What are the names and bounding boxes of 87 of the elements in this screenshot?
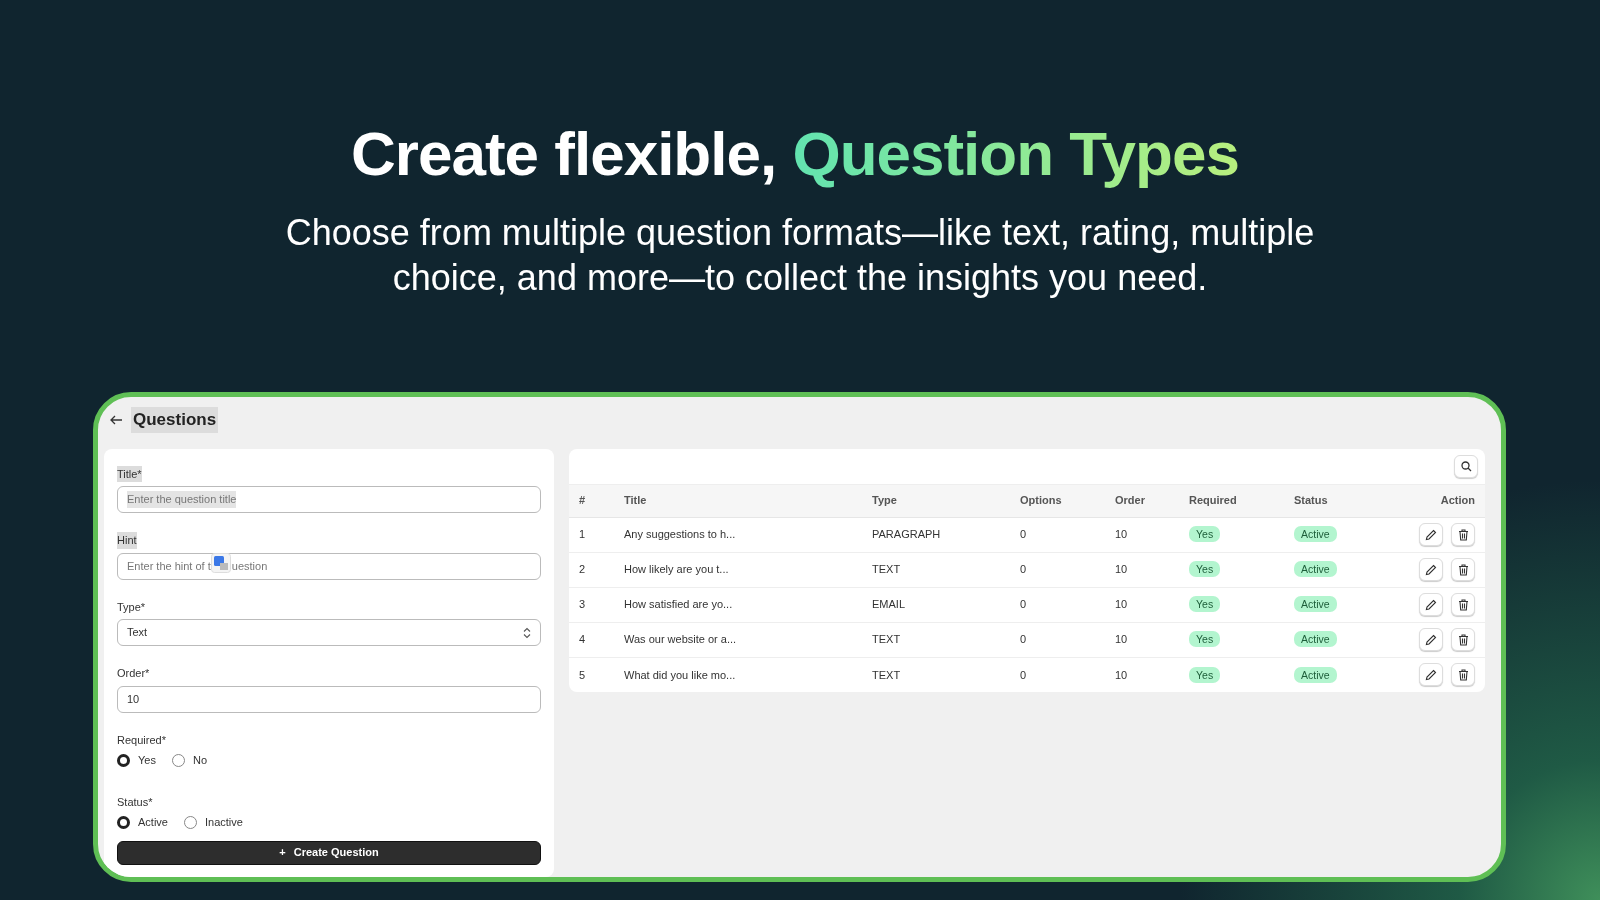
column-header: Status	[1284, 484, 1384, 518]
trash-icon	[1457, 563, 1469, 576]
table-cell: 4	[569, 622, 614, 658]
search-icon	[1460, 460, 1472, 472]
pencil-icon	[1425, 633, 1437, 646]
table-cell: 1	[569, 517, 614, 553]
table-cell: 2	[569, 552, 614, 588]
table-cell: 3	[569, 587, 614, 623]
table-cell: Was our website or a...	[614, 622, 862, 658]
input-field[interactable]: 10	[117, 685, 541, 713]
column-header: Options	[1010, 484, 1105, 518]
table-cell: PARAGRAPH	[862, 517, 1010, 553]
table-cell: 5	[569, 657, 614, 693]
input-field[interactable]: Enter the question title	[117, 486, 541, 514]
edit-button[interactable]	[1419, 558, 1443, 582]
delete-button[interactable]	[1451, 663, 1475, 687]
column-header: Required	[1179, 484, 1284, 518]
back-arrow-icon[interactable]	[110, 414, 123, 425]
table-cell: 0	[1010, 587, 1105, 623]
status-badge: Active	[1294, 666, 1337, 683]
delete-button[interactable]	[1451, 558, 1475, 582]
status-badge: Active	[1294, 631, 1337, 648]
translate-icon[interactable]	[210, 553, 231, 574]
radio-label: Yes	[138, 753, 156, 769]
delete-button[interactable]	[1451, 523, 1475, 547]
table-cell: TEXT	[862, 622, 1010, 658]
column-header: Action	[1384, 484, 1485, 518]
status-badge: Yes	[1189, 596, 1221, 613]
pencil-icon	[1425, 528, 1437, 541]
radio-button[interactable]	[117, 815, 130, 829]
trash-icon	[1457, 598, 1469, 611]
delete-button[interactable]	[1451, 593, 1475, 617]
table-cell: 10	[1105, 622, 1179, 658]
field-label: Type*	[117, 599, 146, 615]
pencil-icon	[1425, 563, 1437, 576]
select-field[interactable]: Text	[117, 619, 541, 647]
trash-icon	[1457, 528, 1469, 541]
field-label: Status*	[117, 794, 153, 810]
search-button[interactable]	[1454, 454, 1478, 478]
table-cell: 0	[1010, 622, 1105, 658]
status-badge: Yes	[1189, 526, 1221, 543]
trash-icon	[1457, 668, 1469, 681]
table-cell: TEXT	[862, 552, 1010, 588]
table-cell: How likely are you t...	[614, 552, 862, 588]
column-header: Type	[862, 484, 1010, 518]
field-label: Hint	[117, 532, 137, 549]
radio-button[interactable]	[117, 753, 130, 767]
create-question-button[interactable]: + Create Question	[117, 840, 541, 865]
table-cell: 10	[1105, 552, 1179, 588]
chevron-icon	[523, 626, 531, 639]
table-cell: EMAIL	[862, 587, 1010, 623]
status-badge: Yes	[1189, 666, 1221, 683]
table-cell: What did you like mo...	[614, 657, 862, 693]
status-badge: Yes	[1189, 631, 1221, 648]
radio-label: Inactive	[204, 815, 243, 831]
edit-button[interactable]	[1419, 523, 1443, 547]
table-cell: 10	[1105, 657, 1179, 693]
delete-button[interactable]	[1451, 628, 1475, 652]
field-label: Order*	[117, 666, 150, 682]
page-title: Questions	[131, 407, 219, 433]
table-cell: 10	[1105, 517, 1179, 553]
status-badge: Active	[1294, 561, 1337, 578]
status-badge: Active	[1294, 526, 1337, 543]
table-cell: TEXT	[862, 657, 1010, 693]
input-field[interactable]: Enter the hint of t uestion	[117, 552, 541, 580]
table-cell: 0	[1010, 517, 1105, 553]
field-label: Title*	[117, 465, 142, 483]
trash-icon	[1457, 633, 1469, 646]
pencil-icon	[1425, 598, 1437, 611]
radio-label: Active	[138, 815, 168, 831]
column-header: #	[569, 484, 614, 518]
edit-button[interactable]	[1419, 628, 1443, 652]
table-cell: How satisfied are yo...	[614, 587, 862, 623]
table-cell: 10	[1105, 587, 1179, 623]
pencil-icon	[1425, 668, 1437, 681]
table-cell: Any suggestions to h...	[614, 517, 862, 553]
table-cell: 0	[1010, 657, 1105, 693]
radio-label: No	[192, 753, 207, 769]
subtitle: Choose from multiple question formats—like text, rating, multiple choice, and more—to collect the insights you need.	[284, 211, 1316, 301]
edit-button[interactable]	[1419, 593, 1443, 617]
status-badge: Active	[1294, 596, 1337, 613]
table-cell: 0	[1010, 552, 1105, 588]
field-label: Required*	[117, 732, 166, 748]
column-header: Title	[614, 484, 862, 518]
column-header: Order	[1105, 484, 1179, 518]
status-badge: Yes	[1189, 561, 1221, 578]
edit-button[interactable]	[1419, 663, 1443, 687]
